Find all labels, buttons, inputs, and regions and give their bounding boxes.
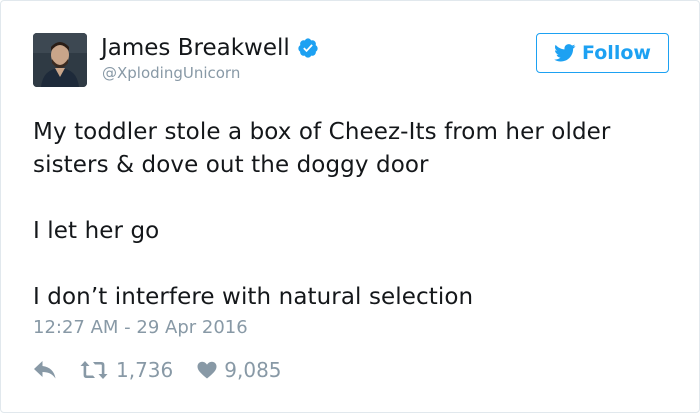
reply-icon: [34, 361, 56, 379]
name-row: James Breakwell: [101, 34, 319, 62]
tweet-line: I let her go: [33, 218, 160, 244]
twitter-bird-icon: [554, 44, 576, 62]
follow-button[interactable]: Follow: [536, 33, 669, 73]
tweet-actions: 1,736 9,085: [33, 358, 282, 382]
avatar[interactable]: [33, 33, 87, 87]
tweet-text: My toddler stole a box of Cheez-Its from…: [33, 116, 673, 314]
reply-button[interactable]: [33, 360, 80, 380]
like-button[interactable]: 9,085: [197, 358, 282, 382]
tweet-card: James Breakwell @XplodingUnicorn Follow …: [0, 0, 700, 413]
avatar-image: [33, 33, 87, 87]
tweet-timestamp[interactable]: 12:27 AM - 29 Apr 2016: [33, 317, 248, 338]
follow-button-label: Follow: [582, 42, 651, 64]
tweet-line: sisters & dove out the doggy door: [33, 152, 429, 178]
tweet-line: My toddler stole a box of Cheez-Its from…: [33, 119, 611, 145]
tweet-line: I don’t interfere with natural selection: [33, 284, 474, 310]
retweet-count: 1,736: [116, 358, 174, 382]
retweet-button[interactable]: 1,736: [80, 358, 197, 382]
verified-badge-icon: [297, 37, 319, 59]
display-name[interactable]: James Breakwell: [101, 34, 290, 62]
username-handle[interactable]: @XplodingUnicorn: [102, 64, 240, 82]
retweet-icon: [80, 361, 108, 379]
like-count: 9,085: [224, 358, 282, 382]
heart-icon: [197, 361, 217, 379]
